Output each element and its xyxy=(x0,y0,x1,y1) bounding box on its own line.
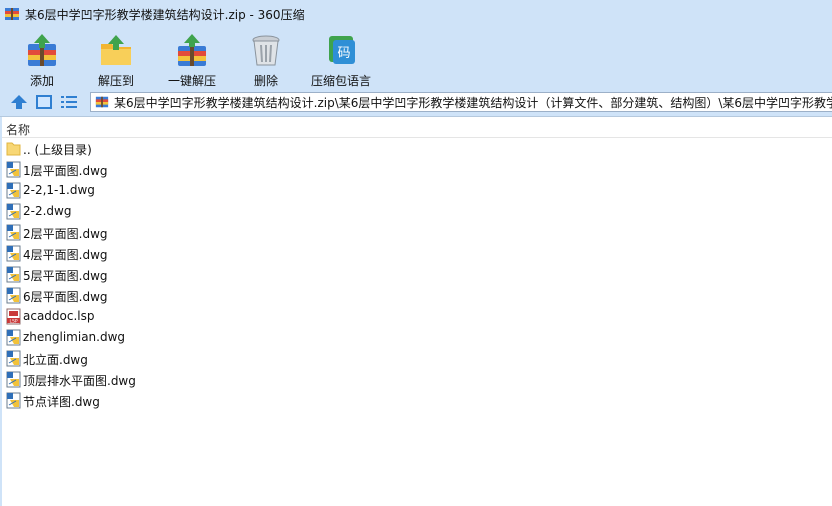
file-name: 4层平面图.dwg xyxy=(23,248,108,262)
window-title: 某6层中学凹字形教学楼建筑结构设计.zip - 360压缩 xyxy=(25,8,305,22)
file-row[interactable]: zhenglimian.dwg xyxy=(2,327,832,348)
toolbar: 添加 解压到 一键解压 删除 码 压缩包语言 xyxy=(0,28,832,88)
file-row[interactable]: 北立面.dwg xyxy=(2,348,832,369)
delete-button[interactable]: 删除 xyxy=(244,28,288,88)
dwg-file-icon xyxy=(6,350,21,367)
svg-text:码: 码 xyxy=(337,46,350,61)
add-archive-icon xyxy=(28,34,56,66)
lsp-file-icon: LSP xyxy=(6,308,21,325)
file-name: 节点详图.dwg xyxy=(23,395,100,409)
file-row[interactable]: 4层平面图.dwg xyxy=(2,243,832,264)
dwg-file-icon xyxy=(6,182,21,199)
extract-to-button[interactable]: 解压到 xyxy=(90,28,142,88)
file-row[interactable]: 顶层排水平面图.dwg xyxy=(2,369,832,390)
file-list: 名称 .. (上级目录) 1层平面图.dwg 2-2,1-1.dwg 2-2.dwg… xyxy=(0,117,832,506)
file-name: 1层平面图.dwg xyxy=(23,164,108,178)
file-row[interactable]: 2层平面图.dwg xyxy=(2,222,832,243)
dwg-file-icon xyxy=(6,245,21,262)
file-name: zhenglimian.dwg xyxy=(23,330,126,344)
file-name: 6层平面图.dwg xyxy=(23,290,108,304)
address-bar[interactable]: 某6层中学凹字形教学楼建筑结构设计.zip\某6层中学凹字形教学楼建筑结构设计（… xyxy=(90,92,832,112)
extract-folder-icon xyxy=(101,35,131,65)
title-bar: 某6层中学凹字形教学楼建筑结构设计.zip - 360压缩 xyxy=(0,0,832,28)
svg-text:LSP: LSP xyxy=(9,318,17,324)
dwg-file-icon xyxy=(6,287,21,304)
dwg-file-icon xyxy=(6,161,21,178)
one-click-extract-icon xyxy=(178,34,206,66)
archive-language-button[interactable]: 码 压缩包语言 xyxy=(308,28,374,88)
file-row[interactable]: 1层平面图.dwg xyxy=(2,159,832,180)
trash-can-icon xyxy=(252,35,280,66)
dwg-file-icon xyxy=(6,203,21,220)
file-row[interactable]: 6层平面图.dwg xyxy=(2,285,832,306)
encoding-icon: 码 xyxy=(329,36,355,64)
file-row[interactable]: 2-2,1-1.dwg xyxy=(2,180,832,201)
dwg-file-icon xyxy=(6,224,21,241)
file-name: 2层平面图.dwg xyxy=(23,227,108,241)
one-click-extract-button[interactable]: 一键解压 xyxy=(164,28,220,88)
address-path: 某6层中学凹字形教学楼建筑结构设计.zip\某6层中学凹字形教学楼建筑结构设计（… xyxy=(114,96,832,110)
dwg-file-icon xyxy=(6,329,21,346)
file-name: acaddoc.lsp xyxy=(23,309,95,323)
file-name: 顶层排水平面图.dwg xyxy=(23,374,136,388)
file-name: 2-2,1-1.dwg xyxy=(23,183,95,197)
file-name: 5层平面图.dwg xyxy=(23,269,108,283)
dwg-file-icon xyxy=(6,266,21,283)
parent-directory-row[interactable]: .. (上级目录) xyxy=(2,138,832,159)
file-row[interactable]: 5层平面图.dwg xyxy=(2,264,832,285)
zip-archive-icon xyxy=(5,8,19,20)
dwg-file-icon xyxy=(6,392,21,409)
dwg-file-icon xyxy=(6,371,21,388)
file-name: 北立面.dwg xyxy=(23,353,88,367)
navigation-bar: 某6层中学凹字形教学楼建筑结构设计.zip\某6层中学凹字形教学楼建筑结构设计（… xyxy=(0,88,832,117)
file-row[interactable]: 节点详图.dwg xyxy=(2,390,832,411)
folder-icon xyxy=(6,142,21,156)
name-column-header[interactable]: 名称 xyxy=(2,117,832,138)
zip-archive-icon xyxy=(95,96,109,108)
file-name: 2-2.dwg xyxy=(23,204,72,218)
thumbnail-view-icon[interactable] xyxy=(35,94,53,110)
file-row[interactable]: 2-2.dwg xyxy=(2,201,832,222)
add-button[interactable]: 添加 xyxy=(16,28,68,88)
up-arrow-icon[interactable] xyxy=(10,94,28,110)
file-row[interactable]: LSP acaddoc.lsp xyxy=(2,306,832,327)
list-view-icon[interactable] xyxy=(60,94,78,110)
